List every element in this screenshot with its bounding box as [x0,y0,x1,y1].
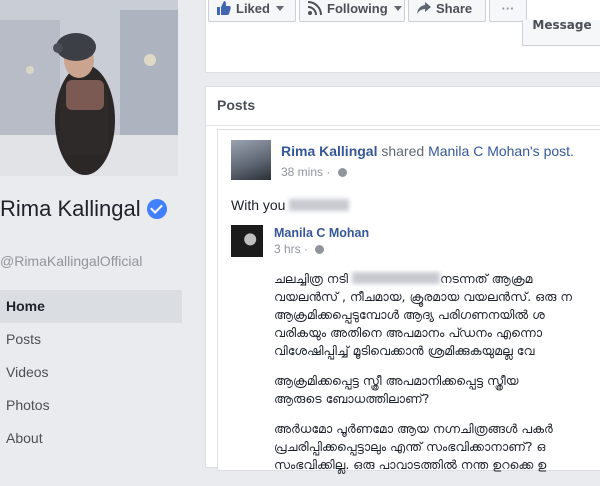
post-header: Rima Kallingal shared Manila C Mohan's p… [281,143,574,159]
shared-author-avatar[interactable] [231,225,263,257]
text-line: വരികയും അതിനെ അപമാനം പ്ഡനം എന്നൊ [274,325,543,340]
avatar[interactable] [231,140,271,180]
nav-item-posts[interactable]: Posts [0,323,182,356]
text-line: ചലച്ചിത്ര നടി [274,271,348,286]
nav-item-photos[interactable]: Photos [0,389,182,422]
share-button[interactable]: Share [408,0,486,22]
more-button[interactable]: ··· [489,0,527,22]
nav-item-videos[interactable]: Videos [0,356,182,389]
chevron-down-icon [275,6,284,11]
shared-source-link[interactable]: Manila C Mohan's post. [428,143,574,159]
paragraph-2: ആക്രമിക്കപ്പെട്ട സ്ത്രീ അപമാനിക്കപ്പെട്ട… [274,372,600,408]
posts-heading: Posts [217,97,256,113]
verified-badge-icon [146,199,167,219]
text-line: അർധമോ പൂർണമോ ആയ നഗ്നചിത്രങ്ങൾ പകർ [274,421,553,436]
text-line: വിശേഷിപ്പിച്ച് മൂടിവെക്കാൻ ശ്രമിക്കുകയുമ… [274,343,535,358]
blurred-name [351,272,440,284]
profile-handle: @RimaKallingalOfficial [0,253,143,269]
cover-photo[interactable] [0,0,178,176]
following-button[interactable]: Following [299,0,405,22]
blurred-mention [289,199,350,211]
globe-icon [315,245,325,254]
shared-author-link[interactable]: Manila C Mohan [274,226,369,240]
post-timestamp: 38 mins · [281,165,347,179]
globe-icon [337,168,347,177]
text-line: നടന്നത് ആക്രമ [439,271,533,286]
text-line: ആക്രമിക്കപ്പെട്ട സ്ത്രീ അപമാനിക്കപ്പെട്ട… [274,373,519,388]
post: Rima Kallingal shared Manila C Mohan's p… [217,129,600,472]
paragraph-1: ചലച്ചിത്ര നടി നടന്നത് ആക്രമ വയലൻസ് , നീചമ… [274,270,600,360]
shared-post-text: ചലച്ചിത്ര നടി നടന്നത് ആക്രമ വയലൻസ് , നീചമ… [274,270,600,486]
post-verb: shared [381,143,425,159]
text-line: ആക്രമിക്കപ്പെടുമ്പോൾ ആദ്യ പരിഗണനയിൽ ശ [274,307,545,322]
side-nav: Home Posts Videos Photos About [0,290,182,455]
shared-timestamp: 3 hrs · [274,242,325,256]
text-line: ആരുടെ ബോധത്തിലാണ്? [274,391,430,406]
profile-name: Rima Kallingal [0,195,180,222]
message-button[interactable]: Message [522,20,600,46]
rss-icon [308,1,322,15]
divider [206,125,600,126]
share-arrow-icon [417,2,431,14]
post-body: With you [231,197,350,213]
thumbs-up-icon [217,1,231,15]
chevron-down-icon [393,6,402,11]
more-dots-icon: ··· [501,1,515,16]
post-body-text: With you [231,197,286,213]
nav-item-about[interactable]: About [0,422,182,455]
nav-item-home[interactable]: Home [0,290,182,323]
text-line: സംഭവിക്കില്ല. ഒരു പാവാടത്തിൽ നന്ത ഉറക്കെ… [274,457,547,472]
page-action-bar: Liked Following Share ··· Message [205,0,600,73]
liked-button[interactable]: Liked [208,0,296,22]
post-time-text[interactable]: 38 mins [281,165,323,179]
post-author-link[interactable]: Rima Kallingal [281,143,377,159]
shared-time-text[interactable]: 3 hrs [274,242,301,256]
cover-photo-image [0,0,178,176]
text-line: പ്രചരിപ്പിക്കപ്പെട്ടാലും എന്ത് സംഭവിക്കാ… [274,439,546,454]
text-line: വയലൻസ് , നീചമായ, ക്രൂരമായ വയലൻസ്. ഒരു ന [274,289,572,304]
shared-post: Manila C Mohan 3 hrs · ചലച്ചിത്ര നടി നടന്… [231,222,600,472]
posts-card: Posts Rima Kallingal shared Manila C Moh… [205,86,600,472]
paragraph-3: അർധമോ പൂർണമോ ആയ നഗ്നചിത്രങ്ങൾ പകർ പ്രചരി… [274,420,600,474]
